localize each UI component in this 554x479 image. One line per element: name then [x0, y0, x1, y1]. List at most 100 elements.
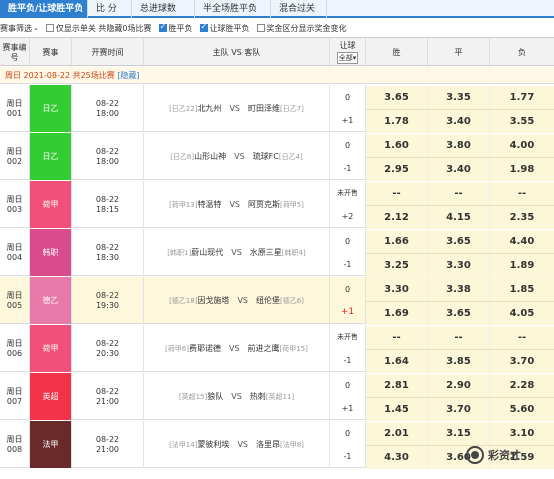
odds-win[interactable]: 1.45	[366, 397, 428, 421]
odds-lose[interactable]: 1.85	[490, 277, 554, 301]
odds-change-filter[interactable]: 奖金区分显示奖金变化	[255, 23, 347, 34]
odds-draw[interactable]: 3.40	[428, 109, 490, 133]
home-team[interactable]: 特温特	[197, 199, 221, 210]
single-only-checkbox[interactable]	[45, 24, 54, 32]
odds-draw[interactable]: 3.35	[428, 85, 490, 109]
odds-draw[interactable]: 3.65	[428, 229, 490, 253]
odds-draw[interactable]: 3.80	[428, 133, 490, 157]
odds-draw[interactable]: 4.15	[428, 205, 490, 229]
match-time: 08-22 19:30	[72, 277, 144, 324]
handicap-wdl-checkbox[interactable]	[199, 22, 208, 32]
away-team[interactable]: 阿贾克斯	[248, 199, 280, 210]
odds-lose[interactable]: 2.28	[490, 373, 554, 397]
odds-win[interactable]: 4.30	[366, 445, 428, 469]
wechat-icon	[466, 446, 484, 464]
odds-lose[interactable]: 2.35	[490, 205, 554, 229]
handicap-select[interactable]: 全部▾	[336, 52, 359, 64]
handicap-value: 0	[344, 380, 351, 390]
odds-win[interactable]: 3.25	[366, 253, 428, 277]
odds-lose[interactable]: 4.05	[490, 301, 554, 325]
odds-lose[interactable]: 4.00	[490, 133, 554, 157]
match-time: 08-22 18:00	[72, 133, 144, 180]
home-team[interactable]: 因戈施塔	[197, 295, 229, 306]
home-rank: [日乙22]	[169, 104, 198, 113]
odds-lose[interactable]: 3.10	[490, 421, 554, 445]
odds-lose[interactable]: --	[490, 181, 554, 205]
odds-win[interactable]: 2.12	[366, 205, 428, 229]
odds-win[interactable]: 1.66	[366, 229, 428, 253]
away-team[interactable]: 洛里昂	[256, 439, 280, 450]
odds-draw[interactable]: 3.38	[428, 277, 490, 301]
home-team[interactable]: 北九州	[197, 103, 221, 114]
wdl-checkbox[interactable]	[158, 22, 167, 32]
odds-lose[interactable]: 1.89	[490, 253, 554, 277]
odds-win[interactable]: 3.65	[366, 85, 428, 109]
odds-draw[interactable]: 3.70	[428, 397, 490, 421]
odds-draw[interactable]: 3.85	[428, 349, 490, 373]
odds-lose[interactable]: 1.77	[490, 85, 554, 109]
odds-draw[interactable]: --	[428, 325, 490, 349]
odds-draw[interactable]: 2.90	[428, 373, 490, 397]
home-team[interactable]: 狼队	[207, 391, 223, 402]
odds-lose[interactable]: 1.98	[490, 157, 554, 181]
match-time: 08-22 21:00	[72, 373, 144, 420]
away-rank: [日乙7]	[280, 104, 304, 113]
odds-win[interactable]: 1.69	[366, 301, 428, 325]
home-team[interactable]: 蔚山现代	[191, 247, 223, 258]
odds-win[interactable]: --	[366, 325, 428, 349]
odds-draw[interactable]: 3.40	[428, 157, 490, 181]
away-team[interactable]: 前进之鹰	[248, 343, 280, 354]
match-num: 周日004	[0, 229, 30, 276]
tab-total-goals[interactable]: 总进球数	[132, 0, 195, 18]
tab-win-draw-lose[interactable]: 胜平负/让球胜平负	[0, 0, 88, 18]
odds-draw[interactable]: 3.30	[428, 253, 490, 277]
handicap-wdl-filter[interactable]: 让球胜平负	[198, 22, 250, 34]
odds-win[interactable]: 2.01	[366, 421, 428, 445]
league-badge: 荷甲	[30, 325, 72, 372]
home-rank: [德乙18]	[169, 296, 198, 305]
match-date: 08-22	[95, 290, 120, 300]
tab-score[interactable]: 比 分	[88, 0, 132, 18]
tab-mixed-parlay[interactable]: 混合过关	[271, 0, 327, 18]
odds-change-checkbox[interactable]	[256, 24, 265, 32]
vs-label: VS	[234, 152, 245, 161]
wdl-filter[interactable]: 胜平负	[157, 22, 193, 34]
odds-lose[interactable]: 3.55	[490, 109, 554, 133]
odds-win[interactable]: 1.78	[366, 109, 428, 133]
odds-win[interactable]: 1.60	[366, 133, 428, 157]
match-clock: 18:30	[95, 252, 120, 262]
home-team[interactable]: 山形山神	[194, 151, 226, 162]
match-clock: 19:30	[95, 300, 120, 310]
away-team[interactable]: 琉球FC	[253, 151, 279, 162]
away-team[interactable]: 热刺	[250, 391, 266, 402]
match-date: 08-22	[95, 338, 120, 348]
handicap-cell: 0 -1	[330, 229, 366, 276]
single-only-filter[interactable]: 仅显示单关 共隐藏0场比赛	[44, 23, 152, 34]
odds-lose[interactable]: --	[490, 325, 554, 349]
match-clock: 18:15	[95, 204, 120, 214]
odds-cell: 3.65 3.35 1.77 1.78 3.40 3.55	[366, 85, 554, 133]
odds-lose[interactable]: 3.70	[490, 349, 554, 373]
away-team[interactable]: 纽伦堡	[256, 295, 280, 306]
odds-draw[interactable]: --	[428, 181, 490, 205]
odds-lose[interactable]: 4.40	[490, 229, 554, 253]
odds-draw[interactable]: 3.65	[428, 301, 490, 325]
away-team[interactable]: 水原三星	[250, 247, 282, 258]
odds-win[interactable]: 3.30	[366, 277, 428, 301]
hide-link[interactable]: [隐藏]	[117, 71, 139, 80]
odds-win[interactable]: 1.64	[366, 349, 428, 373]
odds-win[interactable]: 2.95	[366, 157, 428, 181]
home-team[interactable]: 费耶诺德	[189, 343, 221, 354]
odds-lose[interactable]: 5.60	[490, 397, 554, 421]
odds-win[interactable]: --	[366, 181, 428, 205]
odds-win[interactable]: 2.81	[366, 373, 428, 397]
odds-draw[interactable]: 3.15	[428, 421, 490, 445]
tab-half-full[interactable]: 半全场胜平负	[195, 0, 271, 18]
league-filter[interactable]: 赛事筛选 ⌄	[0, 23, 39, 34]
away-team[interactable]: 町田泽维	[248, 103, 280, 114]
vs-label: VS	[231, 392, 242, 401]
match-time: 08-22 18:00	[72, 85, 144, 132]
handicap-select-value: 全部	[338, 54, 353, 62]
home-team[interactable]: 蒙彼利埃	[197, 439, 229, 450]
match-time: 08-22 21:00	[72, 421, 144, 468]
